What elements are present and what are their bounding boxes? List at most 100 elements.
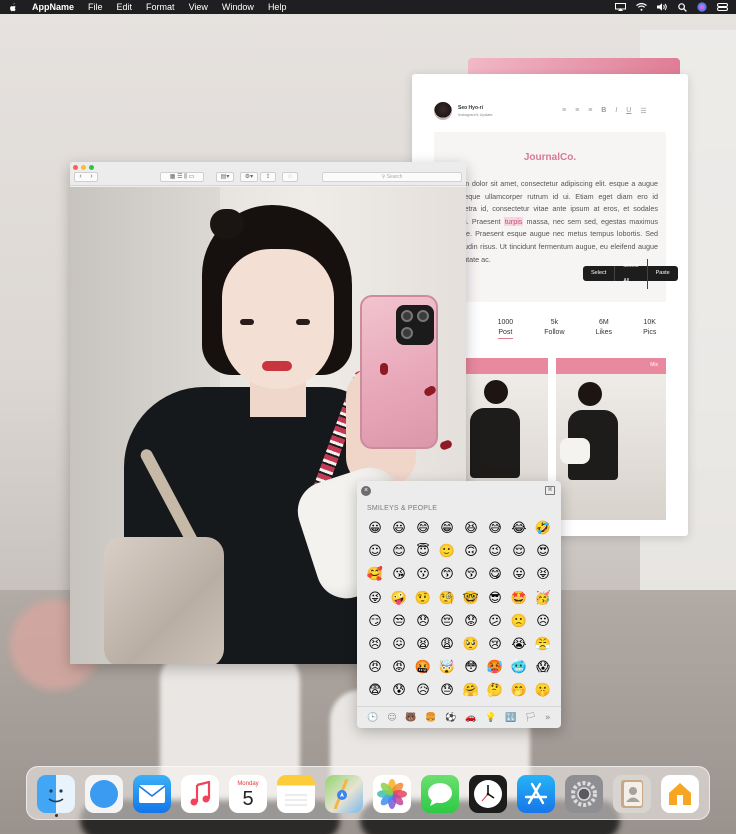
emoji-button[interactable]: 😔 <box>435 610 459 633</box>
emoji-button[interactable]: 😎 <box>483 587 507 610</box>
dock-photos-icon[interactable] <box>373 775 411 813</box>
dock-music-icon[interactable] <box>181 775 219 813</box>
emoji-button[interactable]: 😕 <box>483 610 507 633</box>
emoji-button[interactable]: 🤫 <box>531 679 555 702</box>
emoji-button[interactable]: 🙁 <box>507 610 531 633</box>
emoji-button[interactable]: 😂 <box>507 517 531 540</box>
emoji-button[interactable]: 😜 <box>363 587 387 610</box>
emoji-button[interactable]: 😚 <box>459 563 483 586</box>
dock-home-icon[interactable] <box>661 775 699 813</box>
emoji-category-activity-icon[interactable]: ⚽ <box>445 713 456 723</box>
align-right-icon[interactable]: ≡ <box>588 107 592 115</box>
emoji-category-symbols-icon[interactable]: 🔣 <box>505 713 516 723</box>
emoji-button[interactable]: 😒 <box>387 610 411 633</box>
emoji-button[interactable]: 😫 <box>411 633 435 656</box>
stat-pics[interactable]: 10K Pics <box>643 318 656 339</box>
zoom-window-button[interactable] <box>89 165 94 170</box>
emoji-button[interactable]: 😥 <box>411 679 435 702</box>
emoji-category-smileys-icon[interactable]: ☺ <box>387 713 396 723</box>
emoji-button[interactable]: 😡 <box>387 656 411 679</box>
emoji-button[interactable]: 😊 <box>387 540 411 563</box>
emoji-category-travel-icon[interactable]: 🚗 <box>465 713 476 723</box>
dock-maps-icon[interactable] <box>325 775 363 813</box>
emoji-button[interactable]: 😱 <box>531 656 555 679</box>
emoji-category-more-icon[interactable]: » <box>545 713 551 723</box>
context-select[interactable]: Select <box>583 266 616 281</box>
emoji-button[interactable]: 😨 <box>363 679 387 702</box>
minimize-window-button[interactable] <box>81 165 86 170</box>
underline-icon[interactable]: U <box>626 107 631 115</box>
menu-file[interactable]: File <box>88 2 103 12</box>
dock-clock-icon[interactable] <box>469 775 507 813</box>
emoji-button[interactable]: 🙃 <box>459 540 483 563</box>
emoji-button[interactable]: 😍 <box>531 540 555 563</box>
emoji-button[interactable]: 😀 <box>363 517 387 540</box>
emoji-button[interactable]: 🥺 <box>459 633 483 656</box>
align-left-icon[interactable]: ≡ <box>562 107 566 115</box>
emoji-button[interactable]: 🤔 <box>483 679 507 702</box>
emoji-button[interactable]: 🥵 <box>483 656 507 679</box>
emoji-button[interactable]: 🤗 <box>459 679 483 702</box>
wifi-icon[interactable] <box>636 3 647 11</box>
emoji-button[interactable]: 😙 <box>435 563 459 586</box>
emoji-category-animals-icon[interactable]: 🐻 <box>405 713 416 723</box>
grid-view-icon[interactable]: ▦ <box>170 174 176 180</box>
dock-system-preferences-icon[interactable] <box>565 775 603 813</box>
emoji-button[interactable]: 🥶 <box>507 656 531 679</box>
selected-word[interactable]: turpis <box>503 216 524 226</box>
emoji-button[interactable]: 😝 <box>531 563 555 586</box>
emoji-button[interactable]: 🥳 <box>531 587 555 610</box>
emoji-button[interactable]: 😳 <box>459 656 483 679</box>
volume-icon[interactable] <box>657 3 668 11</box>
emoji-button[interactable]: 😏 <box>363 610 387 633</box>
emoji-button[interactable]: 😠 <box>363 656 387 679</box>
emoji-button[interactable]: 😤 <box>531 633 555 656</box>
app-name-menu[interactable]: AppName <box>32 2 74 12</box>
emoji-button[interactable]: 😟 <box>459 610 483 633</box>
stat-follow[interactable]: 5k Follow <box>544 318 564 339</box>
emoji-button[interactable]: 😗 <box>411 563 435 586</box>
emoji-category-food-icon[interactable]: 🍔 <box>425 713 436 723</box>
expand-icon[interactable]: ⌘ <box>545 486 555 495</box>
emoji-button[interactable]: 😘 <box>387 563 411 586</box>
emoji-category-flags-icon[interactable]: 🏳 <box>525 713 536 723</box>
emoji-button[interactable]: 🙂 <box>435 540 459 563</box>
emoji-button[interactable]: 🤨 <box>411 587 435 610</box>
emoji-category-objects-icon[interactable]: 💡 <box>485 713 496 723</box>
close-window-button[interactable] <box>73 165 78 170</box>
emoji-button[interactable]: 🤩 <box>507 587 531 610</box>
group-button[interactable]: ▤▾ <box>216 172 234 182</box>
emoji-button[interactable]: 😋 <box>483 563 507 586</box>
bold-icon[interactable]: B <box>601 107 606 115</box>
menu-view[interactable]: View <box>189 2 208 12</box>
emoji-button[interactable]: 😄 <box>411 517 435 540</box>
emoji-button[interactable]: 😩 <box>435 633 459 656</box>
emoji-button[interactable]: 😃 <box>387 517 411 540</box>
emoji-button[interactable]: ☺ <box>363 540 387 563</box>
emoji-button[interactable]: 😣 <box>363 633 387 656</box>
menu-window[interactable]: Window <box>222 2 254 12</box>
emoji-button[interactable]: 😅 <box>483 517 507 540</box>
emoji-button[interactable]: 🥰 <box>363 563 387 586</box>
list-view-icon[interactable]: ☰ <box>177 174 182 180</box>
emoji-button[interactable]: 😢 <box>483 633 507 656</box>
emoji-button[interactable]: 🤬 <box>411 656 435 679</box>
gallery-view-icon[interactable]: ▭ <box>189 174 195 180</box>
emoji-button[interactable]: ☹ <box>531 610 555 633</box>
control-center-icon[interactable] <box>717 3 728 11</box>
emoji-button[interactable]: 🤭 <box>507 679 531 702</box>
emoji-button[interactable]: 😉 <box>483 540 507 563</box>
tag-button[interactable]: ◌ <box>282 172 298 182</box>
italic-icon[interactable]: I <box>615 107 617 115</box>
post-body[interactable]: ipsum dolor sit amet, consectetur adipis… <box>450 178 658 266</box>
emoji-button[interactable]: 😛 <box>507 563 531 586</box>
siri-icon[interactable] <box>697 2 707 12</box>
stat-likes[interactable]: 6M Likes <box>596 318 612 339</box>
emoji-button[interactable]: 😭 <box>507 633 531 656</box>
dock-finder-icon[interactable] <box>37 775 75 813</box>
context-paste[interactable]: Paste <box>648 266 678 281</box>
close-icon[interactable]: × <box>361 486 371 496</box>
action-button[interactable]: ⚙▾ <box>240 172 258 182</box>
emoji-button[interactable]: 🤪 <box>387 587 411 610</box>
menu-help[interactable]: Help <box>268 2 287 12</box>
